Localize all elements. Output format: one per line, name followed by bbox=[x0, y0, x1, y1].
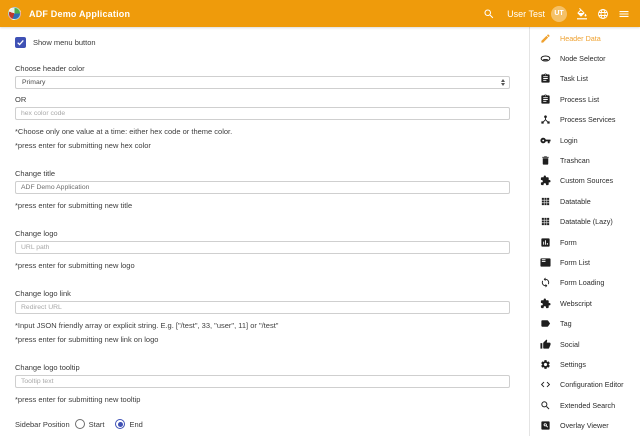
sidebar-item-settings[interactable]: Settings bbox=[530, 354, 640, 374]
language-globe-icon[interactable] bbox=[597, 8, 609, 20]
change-logo-tooltip-label: Change logo tooltip bbox=[15, 363, 510, 372]
title-note: *press enter for submitting new title bbox=[15, 201, 510, 210]
title-input[interactable] bbox=[15, 181, 510, 194]
device-hub-icon bbox=[540, 114, 551, 125]
sidebar-item-extended-search[interactable]: Extended Search bbox=[530, 395, 640, 415]
sidebar-item-process-list[interactable]: Process List bbox=[530, 89, 640, 109]
thumb-up-icon bbox=[540, 339, 551, 350]
logo-link-note-1: *Input JSON friendly array or explicit s… bbox=[15, 321, 510, 330]
header-color-label: Choose header color bbox=[15, 64, 510, 73]
sidebar-position-start-option[interactable]: Start bbox=[75, 419, 105, 429]
logo-url-input[interactable] bbox=[15, 241, 510, 254]
radio-end-icon[interactable] bbox=[115, 419, 125, 429]
code-icon bbox=[540, 379, 551, 390]
or-label: OR bbox=[15, 95, 510, 104]
hex-note-2: *press enter for submitting new hex colo… bbox=[15, 141, 510, 150]
hamburger-menu-icon[interactable] bbox=[618, 8, 630, 20]
sidebar-item-form[interactable]: Form bbox=[530, 232, 640, 252]
show-menu-checkbox[interactable] bbox=[15, 37, 26, 48]
tag-icon bbox=[540, 318, 551, 329]
grid-icon bbox=[540, 196, 551, 207]
logo-tooltip-input[interactable] bbox=[15, 375, 510, 388]
avatar[interactable]: UT bbox=[551, 6, 567, 22]
key-icon bbox=[540, 135, 551, 146]
show-menu-checkbox-label: Show menu button bbox=[33, 38, 96, 47]
sidebar-item-tag[interactable]: Tag bbox=[530, 313, 640, 333]
header-color-select[interactable]: Primary bbox=[15, 76, 510, 89]
color-fill-icon[interactable] bbox=[576, 8, 588, 20]
header-color-selected-value: Primary bbox=[22, 79, 501, 86]
sidebar-item-datatable-lazy[interactable]: Datatable (Lazy) bbox=[530, 212, 640, 232]
logo-link-note-2: *press enter for submitting new link on … bbox=[15, 335, 510, 344]
radio-end-label: End bbox=[129, 420, 142, 429]
sidebar-item-webscript[interactable]: Webscript bbox=[530, 293, 640, 313]
sidebar-position-end-option[interactable]: End bbox=[115, 419, 142, 429]
sidebar-item-header-data[interactable]: Header Data bbox=[530, 28, 640, 48]
grid-icon bbox=[540, 216, 551, 227]
app-window: ADF Demo Application User Test UT Show m… bbox=[0, 0, 640, 436]
sidebar-item-form-list[interactable]: Form List bbox=[530, 252, 640, 272]
user-name: User Test bbox=[507, 9, 545, 19]
puzzle-icon bbox=[540, 175, 551, 186]
sidebar-item-task-list[interactable]: Task List bbox=[530, 69, 640, 89]
change-logo-link-label: Change logo link bbox=[15, 289, 510, 298]
change-logo-label: Change logo bbox=[15, 229, 510, 238]
form-list-icon bbox=[540, 257, 551, 268]
radio-start-label: Start bbox=[89, 420, 105, 429]
trash-icon bbox=[540, 155, 551, 166]
sidebar-item-overlay-viewer[interactable]: Overlay Viewer bbox=[530, 415, 640, 435]
edit-pencil-icon bbox=[540, 33, 551, 44]
logo-note: *press enter for submitting new logo bbox=[15, 261, 510, 270]
clipboard-icon bbox=[540, 73, 551, 84]
attachment-icon bbox=[540, 53, 551, 64]
sidebar-position-label: Sidebar Position bbox=[15, 420, 70, 429]
sidebar-item-form-loading[interactable]: Form Loading bbox=[530, 273, 640, 293]
logo-link-input[interactable] bbox=[15, 301, 510, 314]
hex-color-input[interactable] bbox=[15, 107, 510, 120]
header-data-form: Show menu button Choose header color Pri… bbox=[0, 27, 529, 436]
search-icon bbox=[540, 400, 551, 411]
bar-chart-icon bbox=[540, 237, 551, 248]
clipboard-icon bbox=[540, 94, 551, 105]
sidebar-item-configuration-editor[interactable]: Configuration Editor bbox=[530, 375, 640, 395]
select-stepper-icon bbox=[501, 79, 505, 86]
sidebar-position-group: Sidebar Position Start End bbox=[15, 419, 510, 429]
sidebar-item-datatable[interactable]: Datatable bbox=[530, 191, 640, 211]
change-title-label: Change title bbox=[15, 169, 510, 178]
sidebar-item-login[interactable]: Login bbox=[530, 130, 640, 150]
sidebar-item-node-selector[interactable]: Node Selector bbox=[530, 48, 640, 68]
app-header: ADF Demo Application User Test UT bbox=[0, 0, 640, 27]
sidebar-item-social[interactable]: Social bbox=[530, 334, 640, 354]
radio-start-icon[interactable] bbox=[75, 419, 85, 429]
pageview-icon bbox=[540, 420, 551, 431]
app-logo-icon[interactable] bbox=[8, 7, 21, 20]
sidebar-item-custom-sources[interactable]: Custom Sources bbox=[530, 171, 640, 191]
sidebar-item-process-services[interactable]: Process Services bbox=[530, 110, 640, 130]
tooltip-note: *press enter for submitting new tooltip bbox=[15, 395, 510, 404]
sidebar-nav: Header Data Node Selector Task List Proc… bbox=[529, 27, 640, 436]
hex-note-1: *Choose only one value at a time: either… bbox=[15, 127, 510, 136]
search-icon[interactable] bbox=[483, 8, 495, 20]
app-title: ADF Demo Application bbox=[29, 9, 130, 19]
sidebar-item-trashcan[interactable]: Trashcan bbox=[530, 150, 640, 170]
gear-icon bbox=[540, 359, 551, 370]
loop-icon bbox=[540, 277, 551, 288]
puzzle-icon bbox=[540, 298, 551, 309]
